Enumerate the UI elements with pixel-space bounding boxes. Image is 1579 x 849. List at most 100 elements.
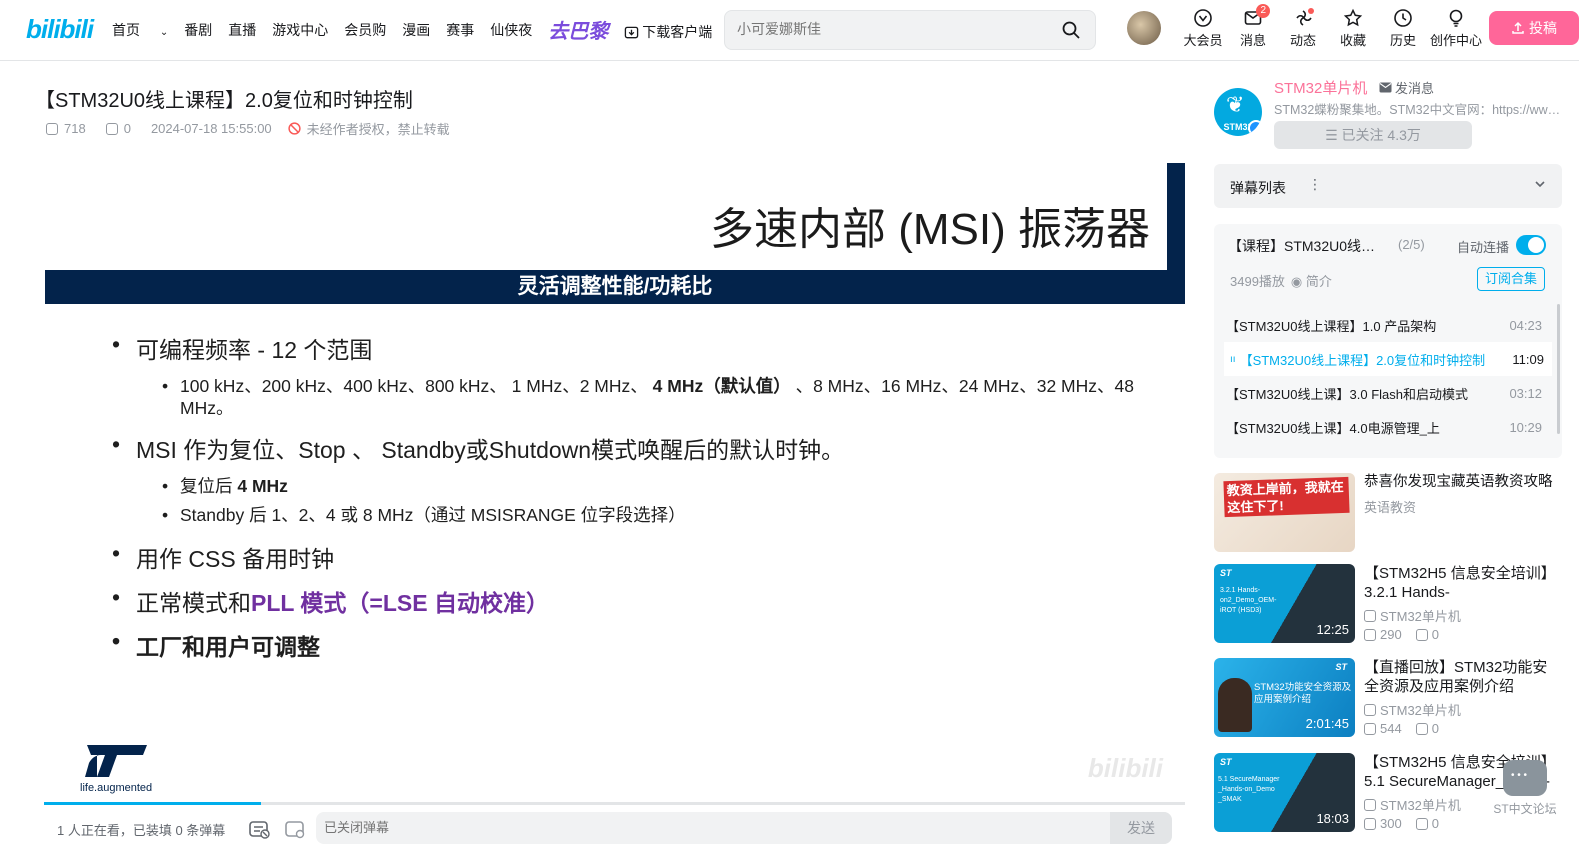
user-avatar[interactable]: [1127, 11, 1161, 45]
playlist-item[interactable]: 【STM32U0线上课】3.0 Flash和启动模式 03:12: [1214, 376, 1562, 410]
slide-decoration: [1167, 163, 1185, 271]
playlist-items: 【STM32U0线上课程】1.0 产品架构 04:23 ıı 【STM32U0线上课…: [1214, 308, 1562, 444]
nav-anime[interactable]: 番剧: [184, 20, 212, 44]
bilibili-logo[interactable]: bilibili: [26, 14, 94, 45]
danmaku-send-button[interactable]: 发送: [1110, 812, 1172, 844]
st-forum-floating-button[interactable]: ST中文论坛: [1489, 760, 1561, 817]
autoplay-toggle[interactable]: [1516, 235, 1546, 255]
uploader-description: STM32蝶粉聚集地。STM32中文官网：https://www.stmcu.c…: [1274, 103, 1564, 117]
send-message-link[interactable]: 发消息: [1379, 78, 1434, 97]
st-tag-icon: ST: [1335, 662, 1347, 672]
history-icon: [1394, 9, 1412, 27]
chevron-down-icon[interactable]: [1534, 178, 1546, 190]
more-icon[interactable]: ⋮: [1308, 176, 1322, 193]
slide-bullet: • 正常模式和PLL 模式（=LSE 自动校准）: [112, 584, 549, 616]
download-icon: [625, 26, 639, 38]
video-thumbnail: ST STM32功能安全资源及应用案例介绍 2:01:45: [1214, 658, 1355, 737]
danmaku-list-panel[interactable]: 弹幕列表 ⋮: [1214, 164, 1562, 208]
playlist-item[interactable]: 【STM32U0线上课】4.0电源管理_上 10:29: [1214, 410, 1562, 444]
nav-game-center[interactable]: 游戏中心: [272, 20, 328, 44]
st-tag-icon: ST: [1220, 568, 1232, 578]
danmaku-icon: [1415, 817, 1428, 830]
danmaku-icon: [1415, 628, 1428, 641]
nav-paris-brand[interactable]: 去巴黎: [548, 15, 608, 44]
creator-center-button[interactable]: 创作中心: [1428, 8, 1484, 49]
playlist-scrollbar[interactable]: [1557, 304, 1560, 434]
playlist-item[interactable]: 【STM32U0线上课程】1.0 产品架构 04:23: [1214, 308, 1562, 342]
slide-sub-bullet: • Standby 后 1、2、4 或 8 MHz（通过 MSISRANGE 位字…: [162, 505, 686, 525]
mail-icon: [1379, 82, 1392, 93]
slide-bullet: • MSI 作为复位、Stop 、 Standby或Shutdown模式唤醒后的默…: [112, 431, 845, 463]
subscribe-collection-button[interactable]: 订阅合集: [1477, 267, 1545, 291]
video-title: 【STM32H5 信息安全培训】3.2.1 Hands-on2_Demo_OEM…: [1364, 565, 1556, 601]
progress-bar[interactable]: [44, 802, 1185, 805]
ad-thumbnail: 教资上岸前，我就在这住下了!: [1214, 473, 1355, 552]
danmaku-count-icon: [105, 122, 118, 135]
video-stats: 290 0: [1364, 627, 1439, 642]
video-thumbnail: ST 3.2.1 Hands-on2_Demo_OEM-iROT (HSD3) …: [1214, 564, 1355, 643]
video-duration: 12:25: [1316, 622, 1349, 637]
playing-icon: ıı: [1230, 353, 1236, 365]
nav-mall[interactable]: 会员购: [344, 20, 386, 44]
video-thumbnail: ST 5.1 SecureManager _Hands-on_Demo _SMA…: [1214, 753, 1355, 832]
progress-fill: [44, 802, 261, 805]
danmaku-list-label: 弹幕列表: [1230, 180, 1286, 196]
danmaku-settings-icon[interactable]: [284, 818, 306, 840]
play-icon: [1364, 722, 1376, 735]
uploader-name[interactable]: STM32单片机: [1274, 77, 1367, 98]
message-button[interactable]: 2 消息: [1228, 4, 1278, 49]
slide-title: 多速内部 (MSI) 振荡器: [710, 205, 1150, 254]
butterfly-icon: ❦: [1226, 92, 1245, 117]
collection-progress: (2/5): [1398, 237, 1425, 252]
danmaku-input-box: 发送: [316, 812, 1172, 844]
verified-badge-icon: [1248, 120, 1262, 136]
message-count-badge: 2: [1256, 4, 1270, 18]
new-dot: [1308, 8, 1314, 14]
favorite-button[interactable]: 收藏: [1328, 8, 1378, 49]
search-input[interactable]: [737, 21, 1057, 37]
favorite-icon: [1343, 8, 1363, 27]
follow-button[interactable]: ☰ 已关注 4.3万: [1274, 121, 1472, 149]
st-logo-mark: [85, 745, 148, 777]
video-title: 【直播回放】STM32功能安全资源及应用案例介绍: [1364, 659, 1548, 695]
play-icon: [1364, 817, 1376, 830]
nav-manga[interactable]: 漫画: [402, 20, 430, 44]
intro-link[interactable]: ◉ 简介: [1291, 271, 1332, 290]
slide-bullet: • 可编程频率 - 12 个范围: [112, 331, 373, 363]
recommended-ad[interactable]: 教资上岸前，我就在这住下了! 恭喜你发现宝藏英语教资攻略 英语教资: [1214, 473, 1562, 553]
video-title: 【STM32U0线上课程】2.0复位和时钟控制: [35, 90, 413, 112]
video-author: STM32单片机: [1364, 606, 1461, 625]
nav-home[interactable]: 首页 ⌄: [112, 20, 168, 44]
uploader-avatar[interactable]: ❦ STM32: [1214, 88, 1262, 136]
video-duration: 2:01:45: [1305, 716, 1349, 731]
chat-bubble-icon: [1503, 760, 1547, 796]
danmaku-toggle-icon[interactable]: [248, 818, 270, 840]
danmaku-input[interactable]: [324, 820, 1024, 835]
slide-subtitle-band: 灵活调整性能/功耗比: [45, 270, 1185, 304]
recommended-video[interactable]: ST 3.2.1 Hands-on2_Demo_OEM-iROT (HSD3) …: [1214, 564, 1562, 644]
slide-bullet: • 用作 CSS 备用时钟: [112, 540, 335, 572]
st-logo: life.augmented: [80, 743, 152, 794]
up-icon: [1364, 609, 1376, 622]
search-icon[interactable]: [1061, 20, 1081, 40]
history-button[interactable]: 历史: [1378, 8, 1428, 49]
danmaku-count: 0: [123, 121, 131, 136]
nav-esports[interactable]: 赛事: [446, 20, 474, 44]
playlist-item-active[interactable]: ıı 【STM32U0线上课程】2.0复位和时钟控制 11:09: [1224, 342, 1552, 376]
recommended-video[interactable]: ST STM32功能安全资源及应用案例介绍 2:01:45 【直播回放】STM3…: [1214, 658, 1562, 738]
vip-icon: [1194, 9, 1212, 27]
top-navbar: bilibili 首页 ⌄ 番剧 直播 游戏中心 会员购 漫画 赛事 仙侠夜 去…: [0, 0, 1579, 61]
video-author: STM32单片机: [1364, 700, 1461, 719]
collection-play-count: 3499播放: [1230, 274, 1285, 289]
dynamic-button[interactable]: 动态: [1278, 8, 1328, 49]
upload-button[interactable]: 投稿: [1489, 11, 1579, 45]
bilibili-watermark: bilibili: [1087, 753, 1163, 783]
search-box: [724, 10, 1096, 50]
nav-live[interactable]: 直播: [228, 20, 256, 44]
vip-button[interactable]: 大会员: [1178, 8, 1228, 49]
video-player[interactable]: 多速内部 (MSI) 振荡器 灵活调整性能/功耗比 • 可编程频率 - 12 个范…: [44, 163, 1185, 806]
view-count: 718: [64, 121, 86, 136]
slide-content: • 可编程频率 - 12 个范围 • 100 kHz、200 kHz、400 kHz…: [112, 331, 1162, 672]
collection-title[interactable]: 【课程】STM32U0线上课程: [1228, 236, 1388, 256]
nav-xianxia[interactable]: 仙侠夜: [490, 20, 532, 44]
